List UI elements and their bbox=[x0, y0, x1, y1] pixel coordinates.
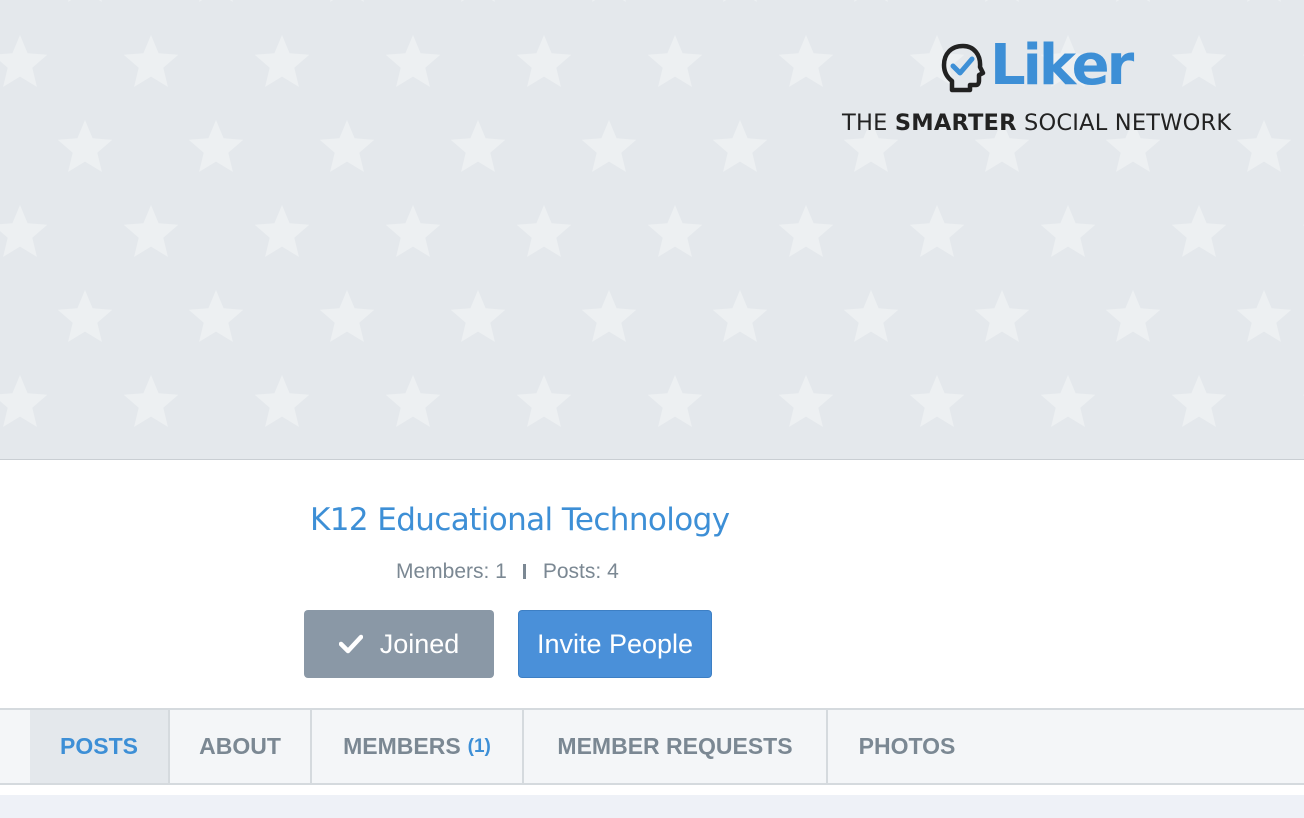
tab-members[interactable]: MEMBERS (1) bbox=[312, 710, 524, 783]
invite-people-button[interactable]: Invite People bbox=[518, 610, 712, 678]
invite-label: Invite People bbox=[536, 628, 694, 659]
joined-label: Joined bbox=[379, 628, 460, 659]
check-icon bbox=[338, 634, 363, 654]
members-count: Members: 1 bbox=[396, 560, 507, 583]
members-tab-count: (1) bbox=[467, 735, 491, 757]
tab-photos[interactable]: PHOTOS bbox=[828, 710, 986, 783]
group-tabs: POSTS ABOUT MEMBERS (1) MEMBER REQUESTS P… bbox=[0, 708, 1304, 785]
group-title[interactable]: K12 Educational Technology bbox=[310, 502, 730, 538]
tab-member-requests[interactable]: MEMBER REQUESTS bbox=[524, 710, 828, 783]
brand-name: Liker bbox=[990, 33, 1134, 98]
tab-posts[interactable]: POSTS bbox=[30, 710, 170, 783]
posts-count: Posts: 4 bbox=[542, 560, 619, 583]
content-area bbox=[0, 785, 1304, 818]
brand-tagline: THE SMARTER SOCIAL NETWORK bbox=[842, 110, 1232, 136]
head-check-icon bbox=[941, 43, 986, 93]
group-header: K12 Educational Technology Members: 1 Pos… bbox=[0, 460, 1304, 708]
stats-divider bbox=[522, 564, 526, 579]
tab-about[interactable]: ABOUT bbox=[170, 710, 312, 783]
brand-logo[interactable]: Liker THE SMARTER SOCIAL NETWORK bbox=[842, 33, 1252, 148]
group-stats: Members: 1 Posts: 4 bbox=[396, 560, 619, 584]
cover-banner: Liker THE SMARTER SOCIAL NETWORK bbox=[0, 0, 1304, 460]
joined-button[interactable]: Joined bbox=[304, 610, 494, 678]
